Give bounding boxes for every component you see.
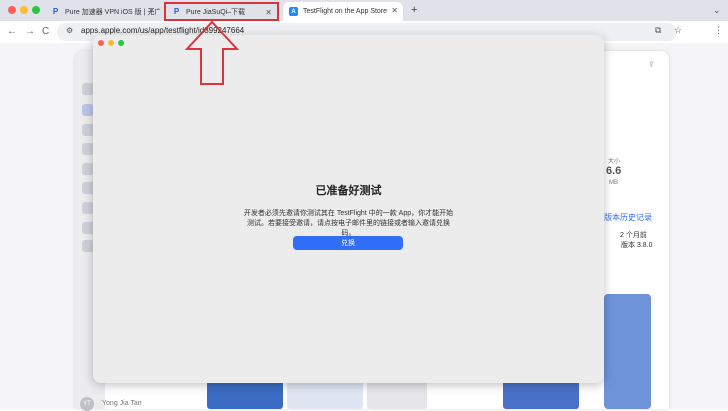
back-arrow-icon[interactable]: ←: [7, 26, 17, 37]
modal-minimize-button[interactable]: [108, 40, 114, 46]
version-history-link[interactable]: 版本历史记录: [604, 212, 652, 223]
release-time: 2 个月前: [620, 232, 647, 239]
forward-arrow-icon[interactable]: →: [25, 26, 35, 37]
tab-title: Pure 加速器 VPN iOS 版 | 无广: [65, 8, 160, 16]
modal-description: 开发者必须先邀请你测试其在 TestFlight 中的一款 App，你才能开始测…: [243, 210, 454, 237]
minimize-window-button[interactable]: [20, 6, 28, 14]
tab-list-chevron-icon[interactable]: ⌄: [713, 5, 721, 16]
tab-title: Pure JiaSuQi–下载: [186, 8, 246, 16]
tab-close-icon[interactable]: ✕: [148, 6, 155, 15]
open-in-app-icon[interactable]: ⧉: [655, 25, 661, 36]
annotation-arrow-up-icon: [184, 20, 240, 85]
modal-close-button[interactable]: [98, 40, 104, 46]
tab-pure-vpn[interactable]: P Pure 加速器 VPN iOS 版 | 无广 ✕: [45, 2, 160, 21]
user-name: Yong Jia Tan: [102, 400, 142, 407]
tab-title: TestFlight on the App Store: [303, 8, 388, 15]
tab-close-icon[interactable]: ✕: [265, 8, 272, 17]
reload-icon[interactable]: C: [42, 26, 49, 37]
new-tab-button[interactable]: +: [411, 4, 417, 16]
modal-maximize-button[interactable]: [118, 40, 124, 46]
tab-pure-jiasuqi[interactable]: P Pure JiaSuQi–下载 ✕: [164, 2, 279, 21]
modal-title: 已准备好测试: [315, 185, 382, 197]
size-label: 大小: [608, 159, 621, 165]
close-window-button[interactable]: [8, 6, 16, 14]
redeem-button[interactable]: 兑换: [293, 236, 403, 250]
maximize-window-button[interactable]: [32, 6, 40, 14]
share-icon[interactable]: ⇪: [648, 60, 655, 69]
size-unit: MB: [609, 180, 618, 186]
bookmark-star-icon[interactable]: ☆: [674, 25, 682, 36]
pure-favicon-icon: P: [173, 7, 180, 16]
screenshot-preview-right[interactable]: [604, 294, 651, 409]
tab-testflight-app-store[interactable]: A TestFlight on the App Store ✕: [283, 2, 403, 21]
app-store-favicon-icon: A: [289, 7, 298, 16]
tab-close-icon[interactable]: ✕: [391, 6, 398, 15]
menu-dots-icon[interactable]: ⋮: [714, 25, 723, 36]
size-value: 6.6: [606, 165, 622, 177]
site-info-icon[interactable]: ⚙: [66, 26, 73, 35]
version-label: 版本 3.8.0: [621, 242, 653, 249]
pure-favicon-icon: P: [52, 7, 59, 16]
